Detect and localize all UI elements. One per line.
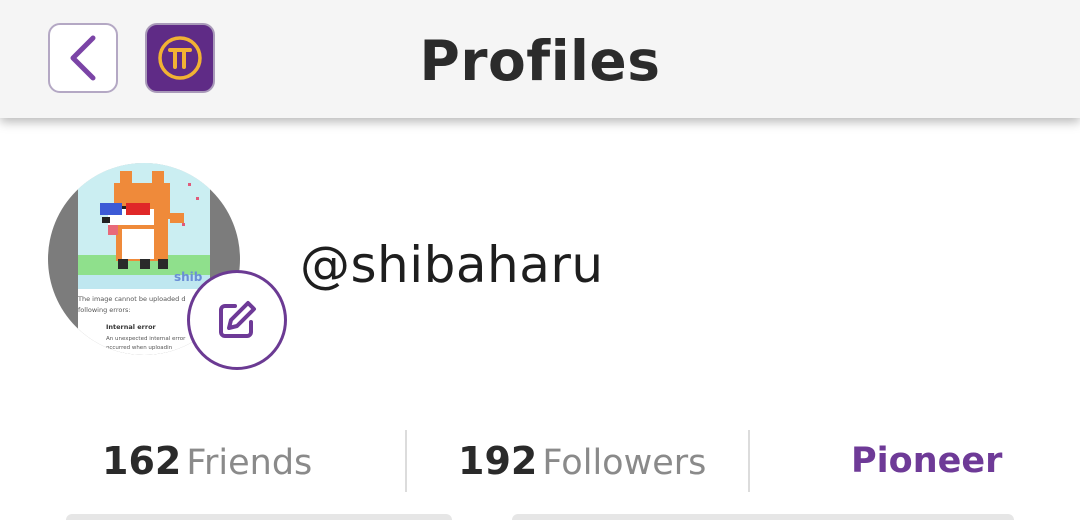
page-title: Profiles bbox=[419, 29, 661, 93]
app-header: Profiles bbox=[0, 0, 1080, 118]
stat-divider bbox=[748, 430, 750, 492]
followers-stat[interactable]: 192 Followers bbox=[458, 428, 706, 494]
error-line-2: following errors: bbox=[78, 306, 131, 314]
profile-stats: 162 Friends 192 Followers Pioneer bbox=[0, 428, 1080, 494]
error-detail-2: occurred when uploadin bbox=[106, 345, 173, 351]
tab-edge-left bbox=[66, 514, 452, 520]
stat-divider bbox=[405, 430, 407, 492]
tab-edge-right bbox=[512, 514, 1014, 520]
followers-count: 192 bbox=[458, 439, 538, 483]
error-title: Internal error bbox=[106, 323, 156, 331]
username: @shibaharu bbox=[300, 236, 604, 294]
edit-avatar-button[interactable] bbox=[187, 270, 287, 370]
error-detail-1: An unexpected internal error bbox=[106, 336, 186, 342]
avatar-overlay-text: shib bbox=[174, 270, 203, 284]
pencil-square-icon bbox=[219, 301, 256, 338]
pioneer-stat[interactable]: Pioneer bbox=[851, 428, 1002, 494]
friends-stat[interactable]: 162 Friends bbox=[102, 428, 312, 494]
friends-label: Friends bbox=[186, 443, 313, 483]
error-line-1: The image cannot be uploaded d bbox=[78, 295, 186, 303]
followers-label: Followers bbox=[542, 443, 707, 483]
role-label: Pioneer bbox=[851, 441, 1003, 481]
friends-count: 162 bbox=[102, 439, 182, 483]
